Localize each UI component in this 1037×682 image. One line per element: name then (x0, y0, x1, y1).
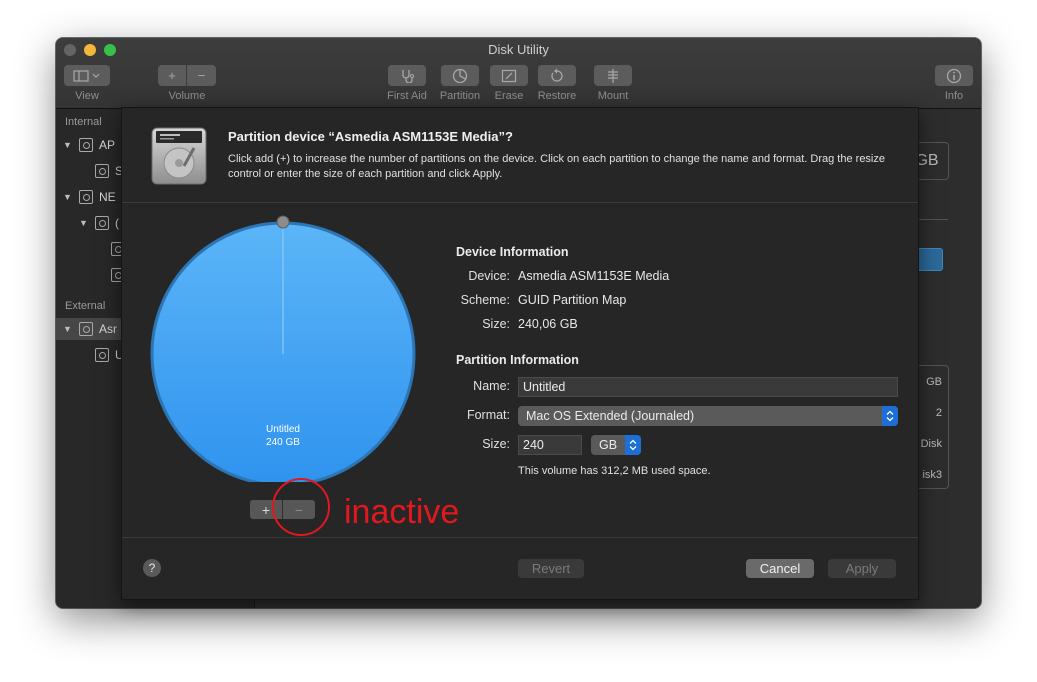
mount-button[interactable] (594, 65, 632, 86)
slice-size-label: 240 GB (266, 437, 300, 448)
device-info-header: Device Information (456, 245, 569, 259)
sidebar-item-label: NE (99, 190, 116, 204)
first-aid-label: First Aid (387, 90, 427, 102)
restore-icon (551, 68, 563, 82)
sidebar-item-label: AP (99, 138, 116, 152)
info-button[interactable] (935, 65, 973, 86)
sidebar-item-volume[interactable]: S (56, 160, 123, 182)
format-select-value: Mac OS Extended (Journaled) (526, 409, 695, 423)
sidebar-internal-header: Internal (65, 116, 102, 128)
restore-label: Restore (537, 90, 577, 102)
partition-label: Partition (439, 90, 481, 102)
partition-info-header: Partition Information (456, 353, 579, 367)
annotation-circle (272, 478, 330, 536)
disclosure-triangle-icon[interactable]: ▼ (79, 218, 89, 228)
partition-name-input[interactable] (518, 377, 898, 397)
view-button[interactable] (64, 65, 110, 86)
dialog-title: Partition device “Asmedia ASM1153E Media… (228, 129, 513, 144)
sidebar-item-volume[interactable] (56, 264, 131, 286)
resize-handle[interactable] (276, 215, 290, 229)
title-bar: Disk Utility View + − Volume First Aid P… (56, 38, 981, 109)
scheme-value: GUID Partition Map (518, 293, 627, 307)
revert-button[interactable]: Revert (518, 559, 584, 578)
sidebar-item-container[interactable]: ▼ ( (56, 212, 119, 234)
internal-disk-icon (79, 138, 93, 152)
used-space-note: This volume has 312,2 MB used space. (518, 465, 711, 477)
disclosure-triangle-icon[interactable]: ▼ (63, 140, 73, 150)
sidebar-item-apple-disk[interactable]: ▼ AP (56, 134, 115, 156)
device-size-value: 240,06 GB (518, 317, 578, 331)
info-table-cell: Disk (920, 438, 942, 450)
disclosure-triangle-icon[interactable]: ▼ (63, 324, 73, 334)
info-label: Info (944, 90, 964, 102)
slice-name-label: Untitled (266, 424, 300, 435)
cancel-button[interactable]: Cancel (746, 559, 814, 578)
hard-drive-icon (151, 127, 207, 185)
select-arrows-icon (625, 435, 641, 455)
format-select[interactable]: Mac OS Extended (Journaled) (518, 406, 898, 426)
device-label: Device: (468, 269, 510, 283)
size-unit-select[interactable]: GB (591, 435, 641, 455)
device-size-label: Size: (482, 317, 510, 331)
first-aid-button[interactable] (388, 65, 426, 86)
device-value: Asmedia ASM1153E Media (518, 269, 670, 283)
partition-dialog: Partition device “Asmedia ASM1153E Media… (121, 107, 919, 600)
sidebar-item-volume[interactable]: U (56, 344, 124, 366)
remove-volume-button[interactable]: − (187, 65, 216, 86)
pie-chart-icon (452, 68, 468, 83)
apply-button[interactable]: Apply (828, 559, 896, 578)
restore-button[interactable] (538, 65, 576, 86)
info-icon (946, 68, 962, 83)
help-button[interactable]: ? (143, 559, 161, 577)
sidebar-item-label: Asr (99, 322, 117, 336)
sidebar-toggle-icon (73, 69, 100, 82)
internal-disk-icon (79, 190, 93, 204)
select-arrows-icon (882, 406, 898, 426)
partition-pie-chart[interactable]: Untitled 240 GB (148, 212, 418, 482)
partition-size-label: Size: (482, 437, 510, 451)
sidebar-item-volume[interactable] (56, 238, 131, 260)
name-label: Name: (473, 379, 510, 393)
erase-button[interactable] (490, 65, 528, 86)
mount-label: Mount (597, 90, 629, 102)
partition-size-input[interactable] (518, 435, 582, 455)
annotation-label: inactive (344, 493, 460, 531)
partition-button[interactable] (441, 65, 479, 86)
stethoscope-icon (402, 69, 414, 83)
sidebar-item-label: ( (115, 216, 119, 230)
info-table-cell: 2 (935, 407, 942, 419)
scheme-label: Scheme: (460, 293, 510, 307)
sidebar-external-header: External (65, 300, 106, 312)
external-disk-icon (79, 322, 93, 336)
window-title: Disk Utility (488, 42, 549, 57)
view-label: View (75, 90, 99, 102)
volume-label: Volume (168, 90, 206, 102)
mount-icon (608, 68, 618, 83)
size-unit-value: GB (599, 438, 618, 452)
header-divider (122, 202, 918, 203)
dialog-description: Click add (+) to increase the number of … (228, 153, 885, 180)
volume-segment: + − (158, 65, 216, 86)
footer-divider (122, 537, 918, 538)
volume-icon (95, 164, 109, 178)
sidebar-item-ne-disk[interactable]: ▼ NE (56, 186, 116, 208)
disclosure-triangle-icon[interactable]: ▼ (63, 192, 73, 202)
container-icon (95, 216, 109, 230)
add-volume-button[interactable]: + (158, 65, 187, 86)
format-label: Format: (466, 408, 510, 422)
volume-icon (95, 348, 109, 362)
erase-label: Erase (494, 90, 524, 102)
erase-icon (501, 69, 517, 82)
info-table-cell: isk3 (922, 469, 942, 481)
info-table-cell: GB (926, 376, 942, 388)
